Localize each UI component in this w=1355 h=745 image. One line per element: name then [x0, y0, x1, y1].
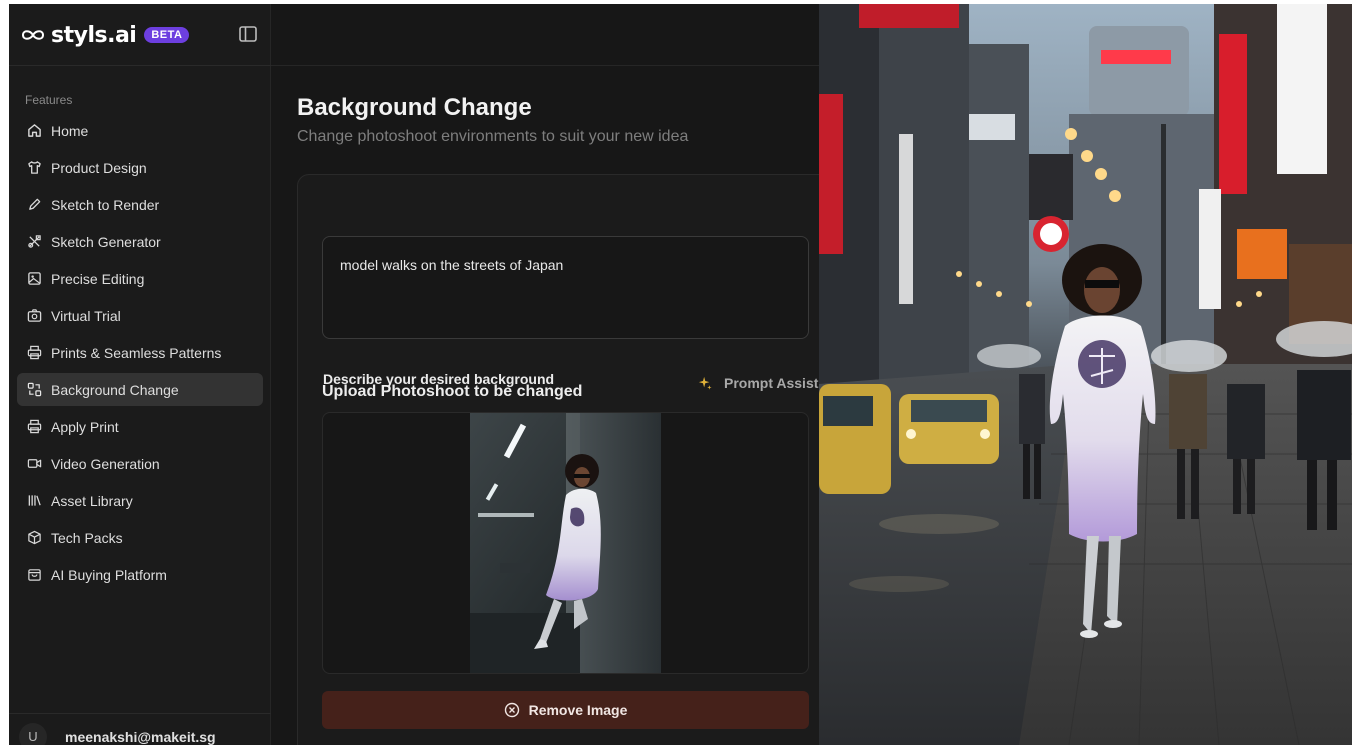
- close-circle-icon: [504, 702, 519, 718]
- sidebar-item-label: Sketch to Render: [51, 196, 160, 213]
- top-bar: [271, 4, 819, 66]
- sidebar-item-sketch-generator[interactable]: Sketch Generator: [17, 225, 263, 258]
- sidebar-item-label: Precise Editing: [51, 270, 145, 287]
- app-window: styls.ai BETA Features Home Product Desi…: [9, 4, 1352, 745]
- remove-image-button[interactable]: Remove Image: [322, 691, 809, 729]
- background-prompt-input[interactable]: [322, 236, 809, 339]
- image-edit-icon: [26, 271, 42, 287]
- printer-icon: [26, 419, 42, 435]
- sidebar-item-label: Product Design: [51, 159, 147, 176]
- box-icon: [26, 530, 42, 546]
- sidebar-item-ai-buying-platform[interactable]: AI Buying Platform: [17, 558, 263, 591]
- sidebar-item-label: Apply Print: [51, 418, 119, 435]
- camera-icon: [26, 308, 42, 324]
- pencil-icon: [26, 197, 42, 213]
- sidebar-item-label: Prints & Seamless Patterns: [51, 344, 222, 361]
- printer-icon: [26, 345, 42, 361]
- shopping-bag-icon: [26, 567, 42, 583]
- user-email: meenakshi@makeit.sg: [65, 728, 216, 745]
- library-icon: [26, 493, 42, 509]
- uploaded-photo: [470, 413, 661, 673]
- home-icon: [26, 123, 42, 139]
- sidebar-item-label: Tech Packs: [51, 529, 123, 546]
- upload-dropzone[interactable]: [322, 412, 809, 674]
- sidebar-item-product-design[interactable]: Product Design: [17, 151, 263, 184]
- sidebar: styls.ai BETA Features Home Product Desi…: [9, 4, 271, 745]
- sidebar-item-video-generation[interactable]: Video Generation: [17, 447, 263, 480]
- sidebar-item-label: Sketch Generator: [51, 233, 161, 250]
- features-section-label: Features: [25, 93, 73, 107]
- video-icon: [26, 456, 42, 472]
- sidebar-item-label: Background Change: [51, 381, 179, 398]
- sidebar-item-home[interactable]: Home: [17, 114, 263, 147]
- swap-icon: [26, 382, 42, 398]
- infinity-logo-icon: [21, 30, 45, 40]
- tools-icon: [26, 234, 42, 250]
- sidebar-item-label: Virtual Trial: [51, 307, 121, 324]
- prompt-assist-label: Prompt Assist: [724, 375, 819, 391]
- main-panel: Background Change Change photoshoot envi…: [271, 4, 837, 745]
- sidebar-nav: Home Product Design Sketch to Render Ske…: [17, 114, 263, 595]
- sidebar-panel-icon: [239, 26, 257, 42]
- sidebar-item-virtual-trial[interactable]: Virtual Trial: [17, 299, 263, 332]
- sidebar-item-label: Home: [51, 122, 89, 139]
- sidebar-item-apply-print[interactable]: Apply Print: [17, 410, 263, 443]
- shirt-icon: [26, 160, 42, 176]
- sidebar-item-prints-patterns[interactable]: Prints & Seamless Patterns: [17, 336, 263, 369]
- sidebar-item-tech-packs[interactable]: Tech Packs: [17, 521, 263, 554]
- sidebar-item-background-change[interactable]: Background Change: [17, 373, 263, 406]
- sidebar-toggle-button[interactable]: [237, 24, 259, 44]
- brand-logo[interactable]: styls.ai BETA: [21, 18, 190, 52]
- beta-badge: BETA: [144, 27, 190, 43]
- sidebar-item-label: AI Buying Platform: [51, 566, 167, 583]
- sidebar-divider: [9, 65, 271, 66]
- avatar: U: [19, 722, 47, 745]
- user-account[interactable]: U meenakshi@makeit.sg: [9, 713, 271, 745]
- brand-name: styls.ai: [51, 22, 137, 48]
- page-subtitle: Change photoshoot environments to suit y…: [297, 128, 689, 145]
- result-image-panel: [819, 4, 1352, 745]
- generated-result-image: [819, 4, 1352, 745]
- upload-label: Upload Photoshoot to be changed: [322, 383, 583, 400]
- prompt-assist-button[interactable]: Prompt Assist: [698, 375, 818, 391]
- remove-image-label: Remove Image: [528, 702, 628, 718]
- sidebar-item-precise-editing[interactable]: Precise Editing: [17, 262, 263, 295]
- sidebar-item-sketch-to-render[interactable]: Sketch to Render: [17, 188, 263, 221]
- sidebar-item-asset-library[interactable]: Asset Library: [17, 484, 263, 517]
- page-title: Background Change: [297, 94, 532, 121]
- sidebar-item-label: Video Generation: [51, 455, 160, 472]
- sidebar-item-label: Asset Library: [51, 492, 133, 509]
- sparkle-icon: [698, 376, 712, 390]
